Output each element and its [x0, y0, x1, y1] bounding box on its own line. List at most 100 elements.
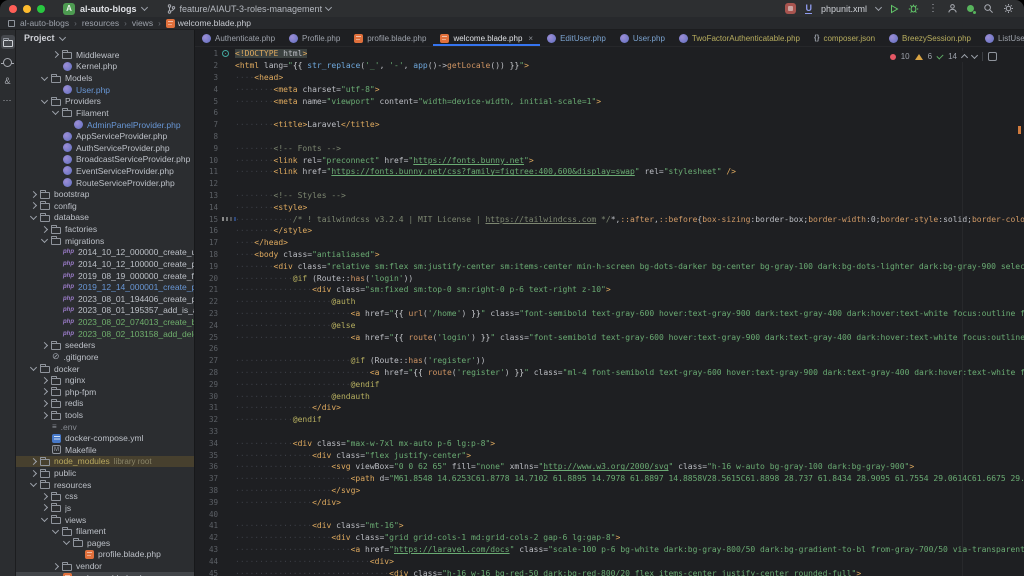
tree-item-pages[interactable]: pages	[16, 537, 194, 549]
scrollbar-error-marker[interactable]	[1018, 126, 1021, 134]
tree-item-js[interactable]: js	[16, 502, 194, 514]
tree-item-2014_10_12_100000_create_password_resets_table.php[interactable]: php2014_10_12_100000_create_password_res…	[16, 258, 194, 270]
chevron-expanded-icon[interactable]	[30, 213, 37, 220]
code-editor[interactable]: 1<!DOCTYPE html>2<html lang="{{ str_repl…	[195, 48, 1024, 576]
close-tab-icon[interactable]: ×	[528, 34, 533, 43]
tree-item-bootstrap[interactable]: bootstrap	[16, 188, 194, 200]
tab-profile.blade.php[interactable]: profile.blade.php	[347, 30, 433, 46]
tab-welcome.blade.php[interactable]: welcome.blade.php×	[433, 30, 540, 46]
tree-item-redis[interactable]: redis	[16, 398, 194, 410]
tree-item-AppServiceProvider.php[interactable]: AppServiceProvider.php	[16, 130, 194, 142]
run-button[interactable]	[890, 4, 899, 14]
tree-item-node_modules[interactable]: node_moduleslibrary root	[16, 456, 194, 468]
tree-item-public[interactable]: public	[16, 467, 194, 479]
tree-item-.env[interactable]: ≡.env	[16, 421, 194, 433]
zoom-window-button[interactable]	[37, 5, 45, 13]
plugin-icon[interactable]	[785, 3, 796, 14]
color-preview-chip[interactable]	[222, 217, 224, 221]
tree-item-EventServiceProvider.php[interactable]: EventServiceProvider.php	[16, 165, 194, 177]
breadcrumb-item[interactable]: al-auto-blogs	[20, 18, 69, 28]
next-problem-icon[interactable]	[971, 52, 978, 59]
chevron-expanded-icon[interactable]	[41, 97, 48, 104]
tree-item-Kernel.php[interactable]: Kernel.php	[16, 61, 194, 73]
structure-tool-icon[interactable]: &	[4, 76, 10, 86]
chevron-expanded-icon[interactable]	[41, 236, 48, 243]
tree-item-vendor[interactable]: vendor	[16, 560, 194, 572]
tab-Authenticate.php[interactable]: Authenticate.php	[195, 30, 282, 46]
chevron-expanded-icon[interactable]	[52, 527, 59, 534]
tree-item-User.php[interactable]: User.php	[16, 84, 194, 96]
tree-item-2014_10_12_000000_create_users_table.php[interactable]: php2014_10_12_000000_create_users_table.…	[16, 247, 194, 259]
tree-item-2023_08_01_195357_add_is_admin_to_users_table.php[interactable]: php2023_08_01_195357_add_is_admin_to_use…	[16, 305, 194, 317]
git-branch-widget[interactable]: feature/AIAUT-3-roles-management	[167, 4, 332, 14]
chevron-collapsed-icon[interactable]	[30, 470, 37, 477]
inspections-widget[interactable]: 10 6 14	[887, 51, 1000, 62]
tree-item-2023_08_01_194406_create_permission_tables.php[interactable]: php2023_08_01_194406_create_permission_t…	[16, 293, 194, 305]
tree-item-config[interactable]: config	[16, 200, 194, 212]
debug-button[interactable]	[908, 3, 919, 14]
color-preview-chip[interactable]	[230, 217, 232, 221]
tree-item-filament[interactable]: filament	[16, 525, 194, 537]
search-icon[interactable]	[983, 3, 994, 14]
chevron-collapsed-icon[interactable]	[41, 400, 48, 407]
chevron-collapsed-icon[interactable]	[30, 191, 37, 198]
chevron-collapsed-icon[interactable]	[41, 226, 48, 233]
status-dot-icon[interactable]	[967, 5, 974, 12]
tab-Profile.php[interactable]: Profile.php	[282, 30, 347, 46]
tree-item-Providers[interactable]: Providers	[16, 95, 194, 107]
chevron-expanded-icon[interactable]	[30, 364, 37, 371]
tree-item-factories[interactable]: factories	[16, 223, 194, 235]
tree-item-2023_08_02_074013_create_breezy_sessions_table.php[interactable]: php2023_08_02_074013_create_breezy_sessi…	[16, 316, 194, 328]
tab-TwoFactorAuthenticatable.php[interactable]: TwoFactorAuthenticatable.php	[672, 30, 807, 46]
user-icon[interactable]	[947, 3, 958, 14]
tab-User.php[interactable]: User.php	[613, 30, 672, 46]
tree-item-seeders[interactable]: seeders	[16, 340, 194, 352]
tree-item-Makefile[interactable]: MMakefile	[16, 444, 194, 456]
tree-item-views[interactable]: views	[16, 514, 194, 526]
tree-item-docker-compose.yml[interactable]: docker-compose.yml	[16, 432, 194, 444]
tree-item-BroadcastServiceProvider.php[interactable]: BroadcastServiceProvider.php	[16, 154, 194, 166]
settings-gear-icon[interactable]	[1003, 3, 1014, 14]
breadcrumb-item[interactable]: welcome.blade.php	[166, 18, 251, 28]
run-configuration[interactable]: phpunit.xml	[821, 4, 867, 14]
tree-item-welcome.blade.php[interactable]: welcome.blade.php	[16, 572, 194, 576]
tree-item-profile.blade.php[interactable]: profile.blade.php	[16, 549, 194, 561]
chevron-collapsed-icon[interactable]	[41, 377, 48, 384]
chevron-expanded-icon[interactable]	[63, 538, 70, 545]
chevron-collapsed-icon[interactable]	[41, 493, 48, 500]
chevron-collapsed-icon[interactable]	[30, 202, 37, 209]
chevron-collapsed-icon[interactable]	[52, 51, 59, 58]
tree-item-.gitignore[interactable]: ⊘.gitignore	[16, 351, 194, 363]
tree-item-Middleware[interactable]: Middleware	[16, 49, 194, 61]
project-tool-icon[interactable]	[1, 35, 15, 49]
tree-item-database[interactable]: database	[16, 212, 194, 224]
chevron-expanded-icon[interactable]	[52, 108, 59, 115]
breadcrumb-item[interactable]: resources	[82, 18, 119, 28]
tab-ListUsers.php[interactable]: ListUsers.php	[978, 30, 1024, 46]
chevron-collapsed-icon[interactable]	[52, 563, 59, 570]
tree-item-RouteServiceProvider.php[interactable]: RouteServiceProvider.php	[16, 177, 194, 189]
tree-item-resources[interactable]: resources	[16, 479, 194, 491]
tree-item-2019_12_14_000001_create_personal_access_tokens.php[interactable]: php2019_12_14_000001_create_personal_acc…	[16, 281, 194, 293]
chevron-expanded-icon[interactable]	[30, 480, 37, 487]
commit-tool-icon[interactable]	[3, 58, 12, 67]
chevron-expanded-icon[interactable]	[41, 515, 48, 522]
minimize-window-button[interactable]	[23, 5, 31, 13]
inspection-menu-icon[interactable]	[988, 52, 997, 61]
chevron-collapsed-icon[interactable]	[41, 411, 48, 418]
tab-composer.json[interactable]: {}composer.json	[807, 30, 882, 46]
tab-EditUser.php[interactable]: EditUser.php	[540, 30, 613, 46]
tab-BreezySession.php[interactable]: BreezySession.php	[882, 30, 978, 46]
tree-item-AdminPanelProvider.php[interactable]: AdminPanelProvider.php	[16, 119, 194, 131]
tree-item-2019_08_19_000000_create_failed_jobs_table.php[interactable]: php2019_08_19_000000_create_failed_jobs_…	[16, 270, 194, 282]
breadcrumb-item[interactable]: views	[132, 18, 153, 28]
chevron-collapsed-icon[interactable]	[41, 388, 48, 395]
tree-item-tools[interactable]: tools	[16, 409, 194, 421]
more-tools-icon[interactable]: ⋯	[3, 95, 13, 106]
preview-gutter-icon[interactable]	[222, 50, 229, 57]
close-window-button[interactable]	[9, 5, 17, 13]
tree-item-nginx[interactable]: nginx	[16, 374, 194, 386]
tree-item-AuthServiceProvider.php[interactable]: AuthServiceProvider.php	[16, 142, 194, 154]
chevron-collapsed-icon[interactable]	[30, 458, 37, 465]
tree-item-css[interactable]: css	[16, 491, 194, 503]
